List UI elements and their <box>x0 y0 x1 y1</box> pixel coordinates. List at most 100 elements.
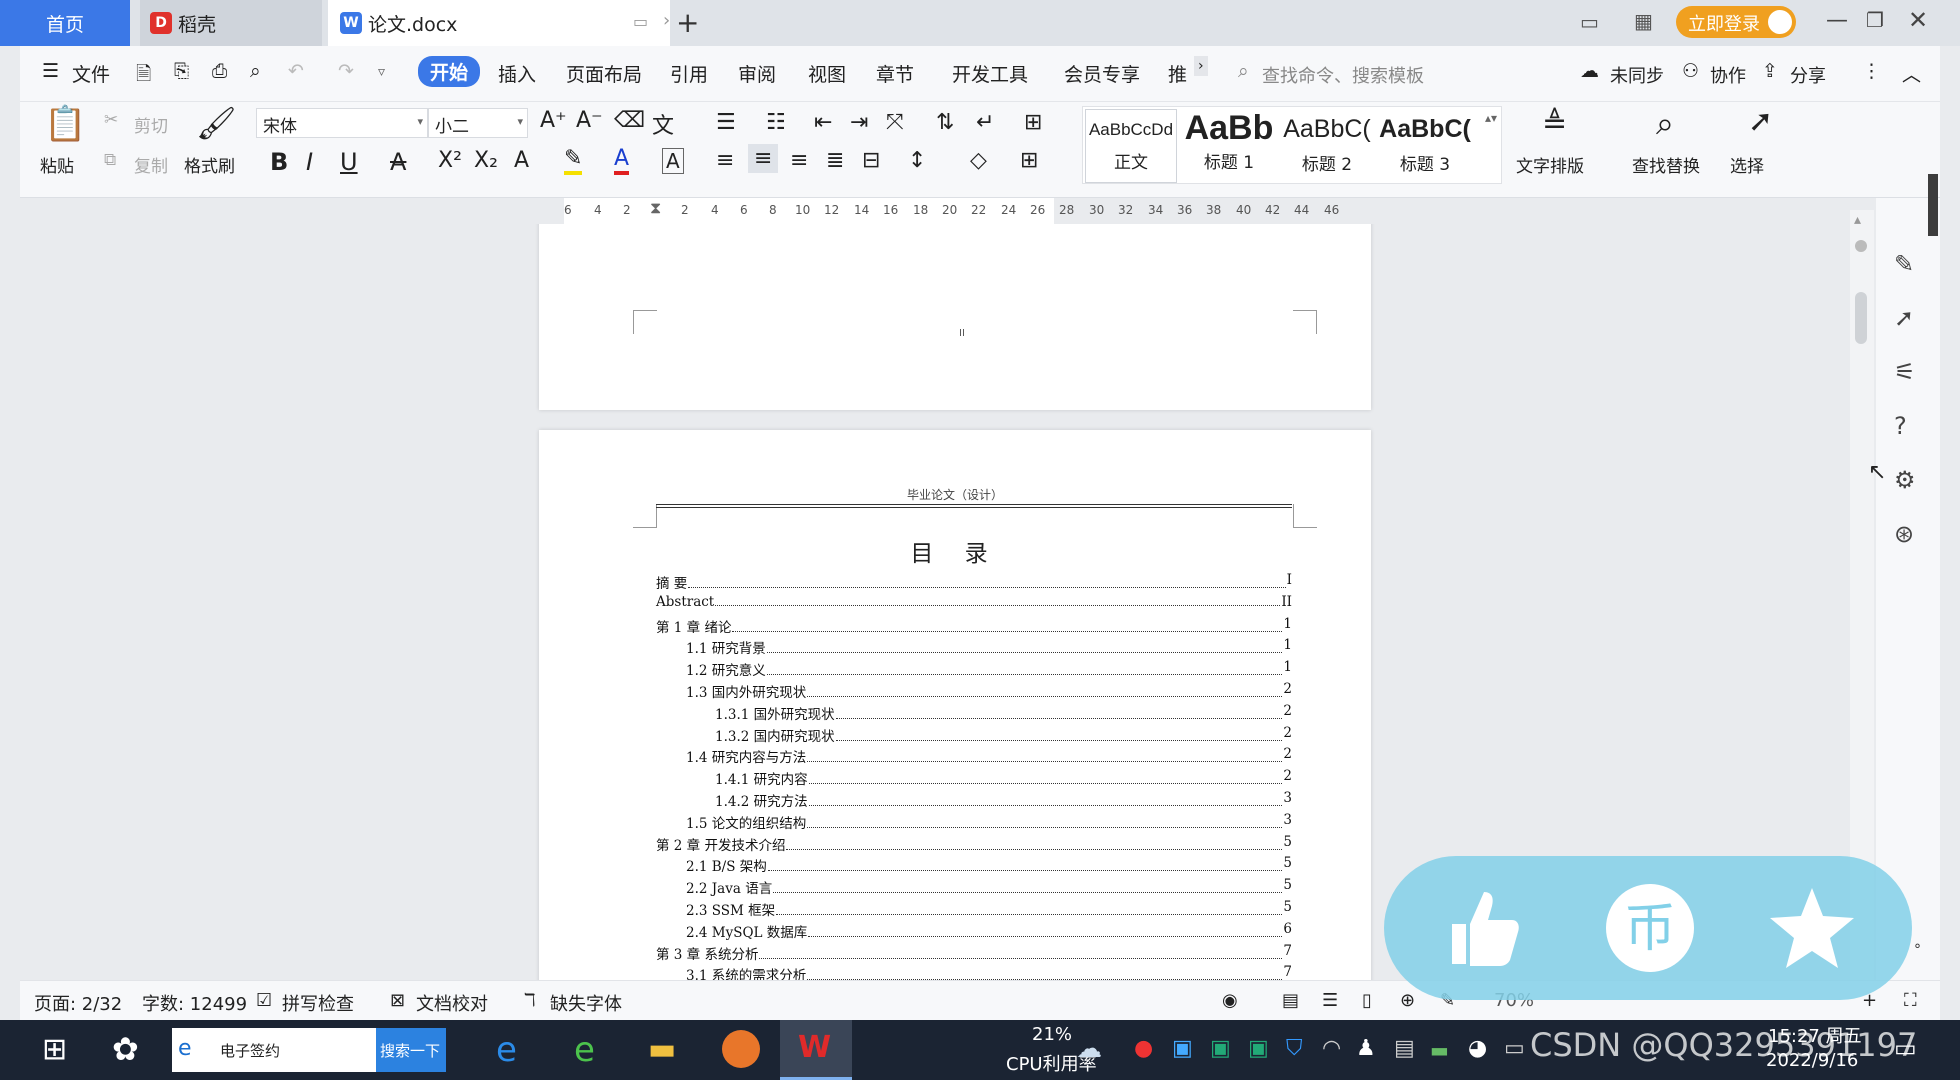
toc-entry[interactable]: 2.1 B/S 架构 5 <box>686 855 1292 875</box>
export-pdf-icon[interactable]: ⎘ <box>174 60 189 82</box>
shield-icon[interactable]: ⛉ <box>1286 1036 1303 1061</box>
text-effect-icon[interactable]: A <box>514 148 529 173</box>
find-replace-icon[interactable]: ⌕ <box>1656 104 1674 143</box>
menu-start[interactable]: 开始 <box>418 56 481 87</box>
tray-green-icon[interactable]: ▬ <box>1430 1038 1449 1062</box>
command-search-input[interactable]: 查找命令、搜索模板 <box>1262 62 1424 88</box>
toc-entry[interactable]: 1.3 国内外研究现状 2 <box>686 681 1292 701</box>
toc-entry[interactable]: 1.1 研究背景 1 <box>686 637 1292 657</box>
coin-icon[interactable]: 币 <box>1606 884 1694 972</box>
copy-icon[interactable]: ⧉ <box>104 150 116 170</box>
redo-icon[interactable]: ↷ <box>338 60 354 82</box>
tab-home[interactable]: 首页 <box>0 0 130 46</box>
increase-indent-icon[interactable]: ⇥ <box>850 110 868 135</box>
highlight-icon[interactable]: ✎ <box>564 146 583 175</box>
font-color-icon[interactable]: A <box>614 146 630 175</box>
char-border-icon[interactable]: A <box>662 148 684 174</box>
weather-cloud-icon[interactable]: ☁ <box>1076 1034 1102 1064</box>
wps-taskbar-button[interactable]: W <box>780 1020 852 1080</box>
restore-icon[interactable]: ❐ <box>1866 8 1884 32</box>
notification-bell-icon[interactable]: ♟ <box>1356 1036 1376 1061</box>
spell-check-button[interactable]: 拼写检查 <box>282 990 354 1016</box>
clear-format-icon[interactable]: ⌫ <box>614 108 645 133</box>
font-name-select[interactable]: 宋体 ▾ <box>256 108 428 138</box>
star-favorite-icon[interactable] <box>1768 884 1856 972</box>
style-normal[interactable]: AaBbCcDd 正文 <box>1085 109 1177 183</box>
adjust-icon[interactable]: ⚟ <box>1894 358 1916 386</box>
menu-insert[interactable]: 插入 <box>498 60 536 87</box>
menu-references[interactable]: 引用 <box>670 60 708 87</box>
menu-developer[interactable]: 开发工具 <box>952 60 1028 87</box>
text-layout-button[interactable]: 文字排版 <box>1516 152 1584 177</box>
gallery-scroll-icon[interactable]: ▴▾ <box>1485 111 1497 125</box>
menu-view[interactable]: 视图 <box>808 60 846 87</box>
new-tab-button[interactable]: + <box>676 6 699 39</box>
thumbs-up-icon[interactable] <box>1438 884 1526 972</box>
toc-entry[interactable]: 1.3.2 国内研究现状 2 <box>715 725 1292 745</box>
toc-entry[interactable]: 2.4 MySQL 数据库 6 <box>686 921 1292 941</box>
show-marks-icon[interactable]: ↵ <box>976 110 994 135</box>
document-page-1[interactable]: II <box>539 224 1371 410</box>
windows-start-icon[interactable]: ⊞ <box>42 1032 67 1067</box>
app-launcher-icon[interactable]: ✿ <box>112 1030 139 1068</box>
more-menu-icon[interactable]: ⋮ <box>1862 60 1881 82</box>
copy-button[interactable]: 复制 <box>134 152 168 177</box>
style-heading-3[interactable]: AaBbC( 标题 3 <box>1377 109 1473 183</box>
tray-monitor-icon[interactable]: ▤ <box>1394 1036 1415 1061</box>
tray-device-icon[interactable]: ▭ <box>1504 1036 1525 1061</box>
toc-entry[interactable]: 1.3.1 国外研究现状 2 <box>715 703 1292 723</box>
underline-icon[interactable]: U <box>340 148 358 176</box>
ie-browser-icon[interactable]: e <box>496 1030 517 1070</box>
toc-entry[interactable]: 2.3 SSM 框架 5 <box>686 899 1292 919</box>
select-button[interactable]: 选择 <box>1730 152 1764 177</box>
hamburger-icon[interactable]: ☰ <box>42 60 59 82</box>
align-center-icon[interactable]: ≡ <box>748 144 779 173</box>
toc-entry[interactable]: 1.4.2 研究方法 3 <box>715 790 1292 810</box>
font-size-select[interactable]: 小二 ▾ <box>428 108 528 138</box>
style-heading-2[interactable]: AaBbC( 标题 2 <box>1279 109 1375 183</box>
doc-tools-icon[interactable]: ⚙ <box>1894 466 1916 494</box>
quick-access-more-icon[interactable]: ▿ <box>378 64 385 80</box>
sync-status[interactable]: 未同步 <box>1610 62 1664 88</box>
superscript-icon[interactable]: X² <box>438 148 462 173</box>
help-icon[interactable]: ? <box>1894 412 1907 440</box>
justify-icon[interactable]: ≣ <box>826 148 844 173</box>
page-count[interactable]: 页面: 2/32 <box>34 990 122 1016</box>
text-layout-icon[interactable]: ≜ <box>1542 106 1567 141</box>
close-tab-icon[interactable]: › <box>663 10 670 31</box>
screen-icon[interactable]: ▭ <box>633 12 648 31</box>
paste-button[interactable]: 粘贴 <box>40 152 74 177</box>
missing-font-button[interactable]: 缺失字体 <box>550 990 622 1016</box>
toc-entry[interactable]: Abstract II <box>656 594 1292 610</box>
align-left-icon[interactable]: ≡ <box>716 148 734 173</box>
close-window-icon[interactable]: ✕ <box>1908 6 1928 34</box>
file-explorer-icon[interactable]: ▬ <box>648 1032 676 1067</box>
layout-toggle-icon[interactable]: ▭ <box>1580 10 1599 34</box>
horizontal-ruler[interactable]: 6 4 2 2 4 6 8 10 12 14 16 18 20 22 24 26… <box>20 198 1940 224</box>
style-heading-1[interactable]: AaBb 标题 1 <box>1181 109 1277 183</box>
compass-icon[interactable]: ⊛ <box>1894 520 1914 548</box>
wifi-icon[interactable]: ◠ <box>1322 1036 1341 1061</box>
menu-page-layout[interactable]: 页面布局 <box>566 60 642 87</box>
undo-icon[interactable]: ↶ <box>288 60 304 82</box>
toc-entry[interactable]: 第 3 章 系统分析 7 <box>656 943 1292 963</box>
taskbar-search-box[interactable]: e 电子签约 <box>172 1028 376 1072</box>
pen-edit-icon[interactable]: ✎ <box>1894 250 1914 278</box>
subscript-icon[interactable]: X₂ <box>474 148 498 173</box>
tab-document[interactable]: W 论文.docx ▭ › <box>328 0 670 46</box>
cut-icon[interactable]: ✂ <box>104 110 118 130</box>
taskbar-search-button[interactable]: 搜索一下 <box>376 1028 446 1072</box>
toc-entry[interactable]: 1.4.1 研究内容 2 <box>715 768 1292 788</box>
toc-entry[interactable]: 2.2 Java 语言 5 <box>686 877 1292 897</box>
shrink-font-icon[interactable]: A⁻ <box>576 108 603 133</box>
fullscreen-icon[interactable]: ⛶ <box>1904 990 1917 1011</box>
qq-icon[interactable]: ◕ <box>1468 1036 1487 1061</box>
scroll-up-icon[interactable]: ▴ <box>1854 212 1861 228</box>
paste-icon[interactable]: 📋 <box>44 104 86 144</box>
find-replace-button[interactable]: 查找替换 <box>1632 152 1700 177</box>
tab-daoke[interactable]: D 稻壳 <box>140 0 322 46</box>
pointer-icon[interactable]: ➚ <box>1894 304 1914 332</box>
collab-button[interactable]: 协作 <box>1710 62 1746 88</box>
page-view-icon[interactable]: ▤ <box>1282 990 1299 1011</box>
toc-entry[interactable]: 1.5 论文的组织结构 3 <box>686 812 1292 832</box>
